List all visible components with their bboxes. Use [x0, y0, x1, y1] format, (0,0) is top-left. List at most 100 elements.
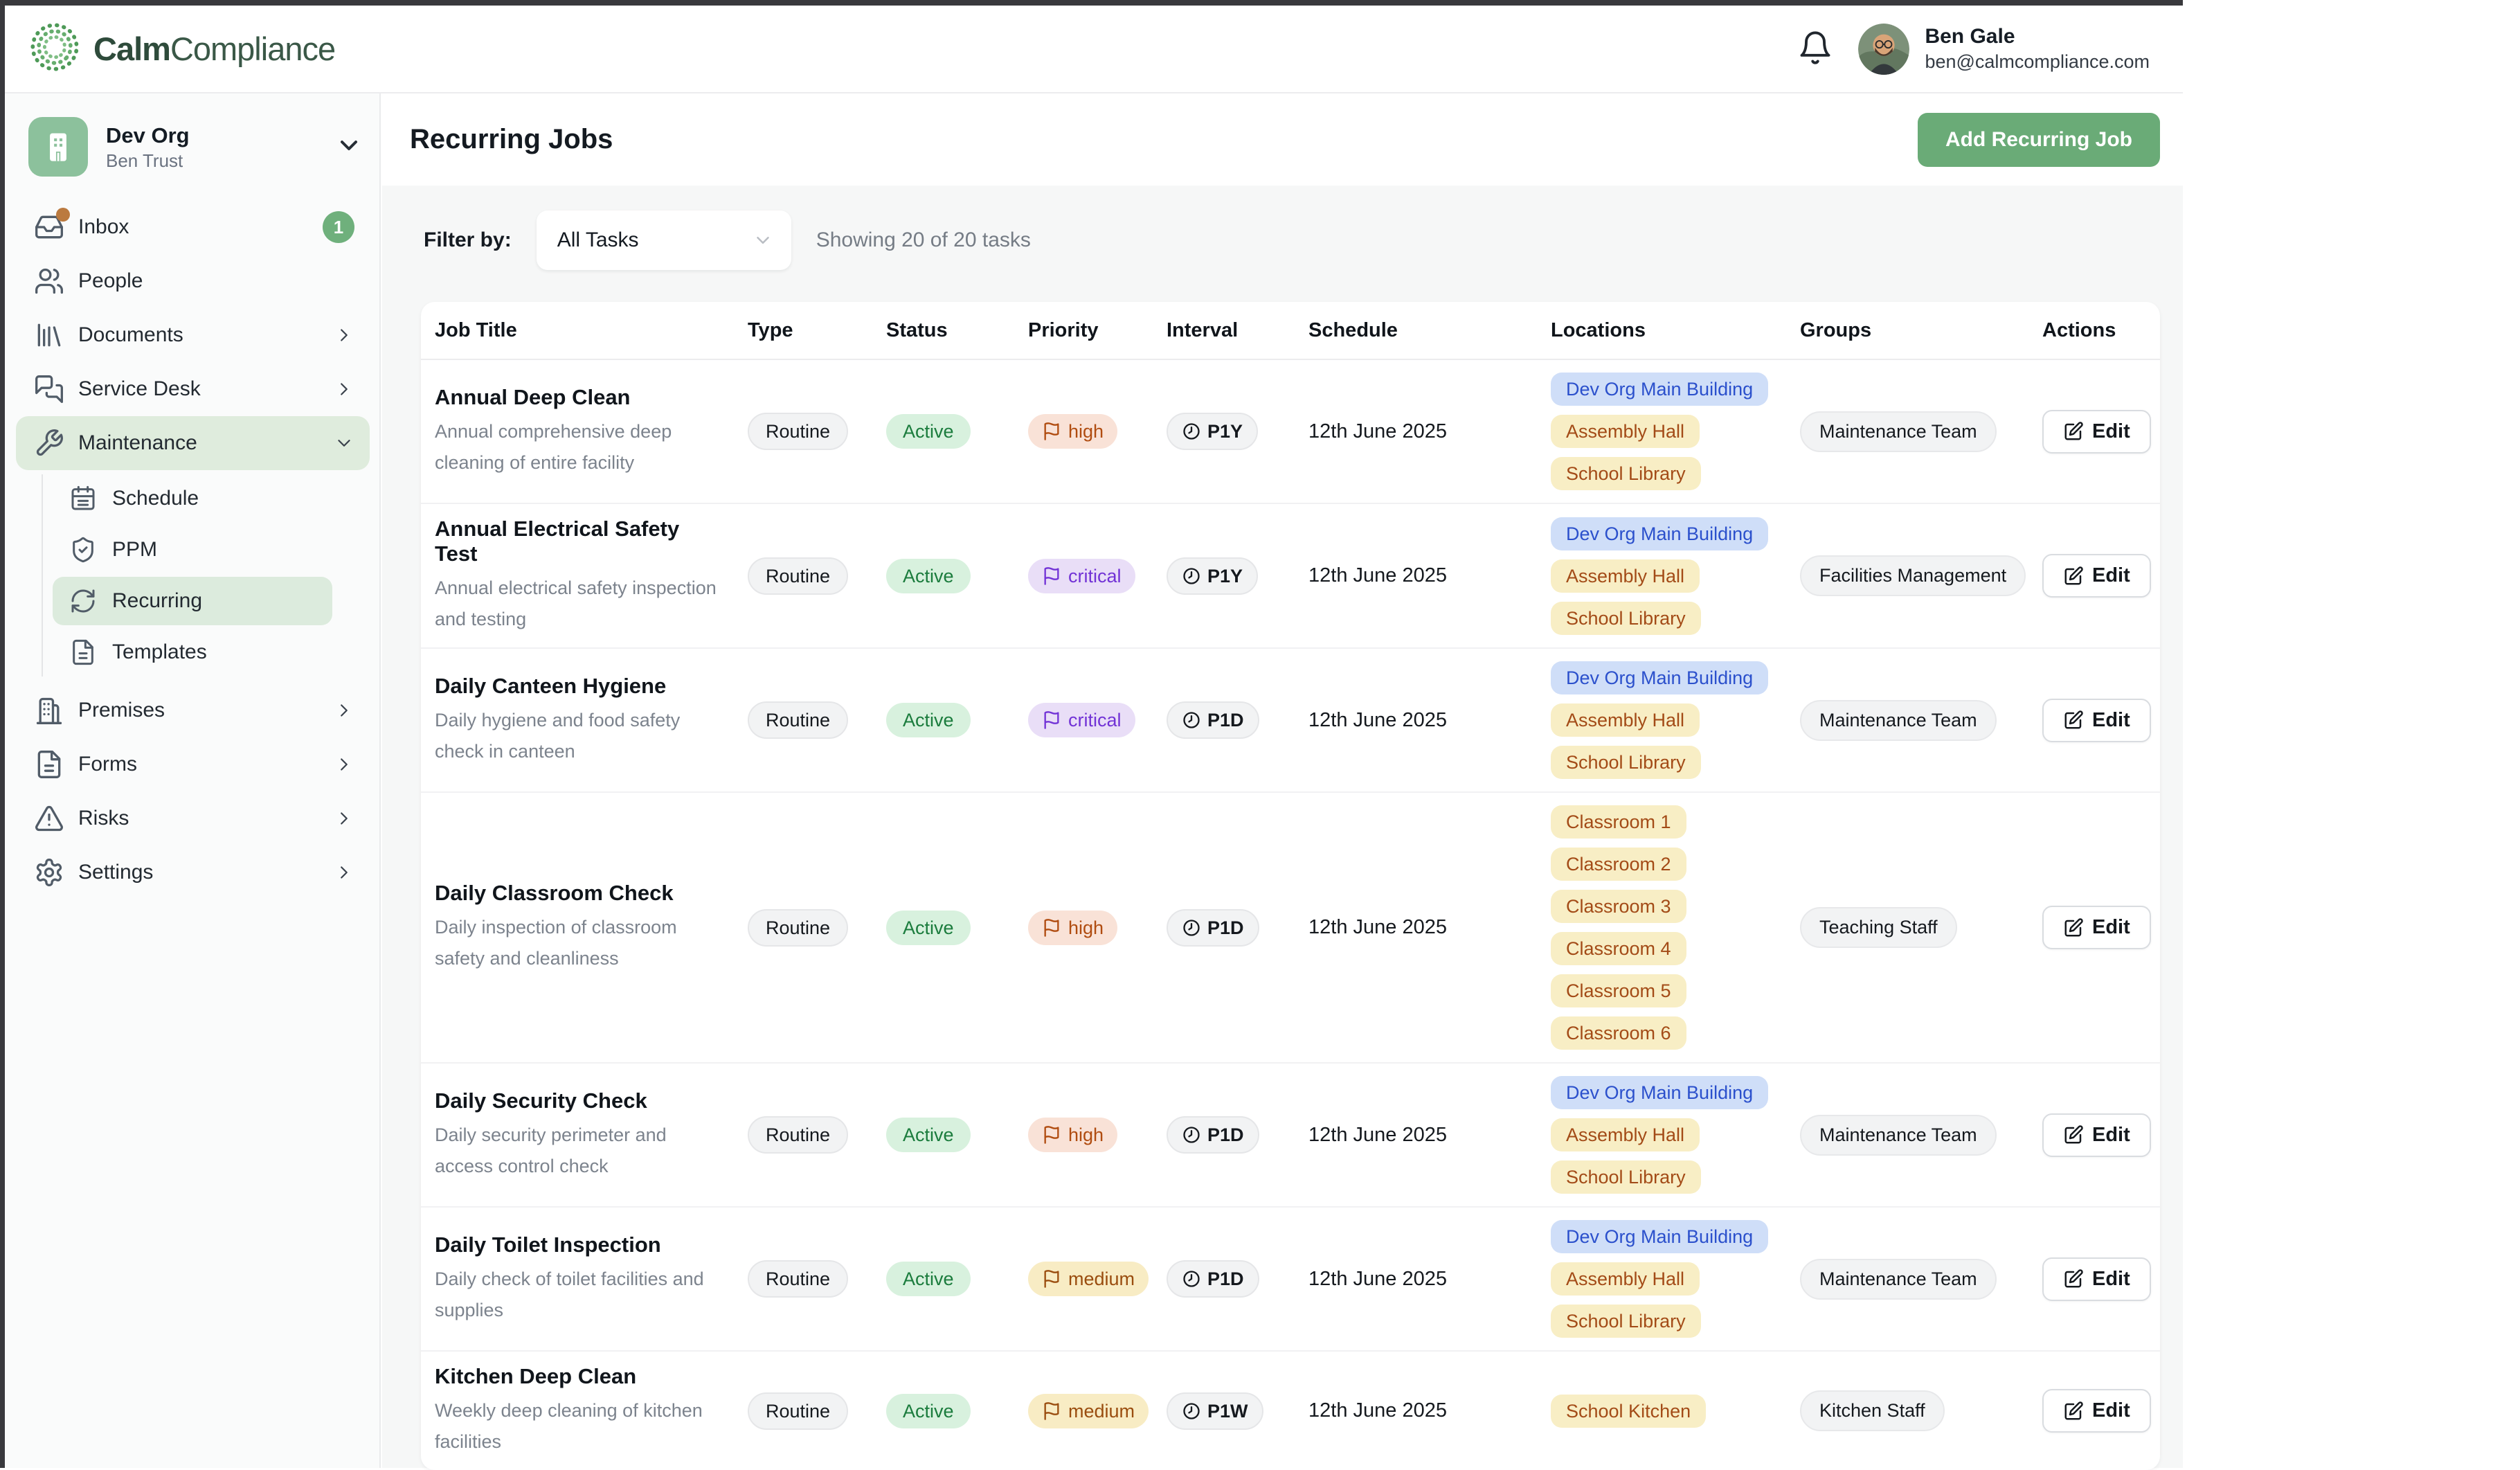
jobs-table: Job TitleTypeStatusPriorityIntervalSched…: [421, 302, 2160, 1470]
avatar: [1858, 24, 1909, 75]
flag-icon: [1042, 710, 1061, 730]
table-row[interactable]: Daily Security Check Daily security peri…: [421, 1064, 2160, 1208]
group-badge: Kitchen Staff: [1800, 1390, 1945, 1431]
sidebar-item-schedule[interactable]: Schedule: [53, 474, 332, 523]
column-header-job-title: Job Title: [435, 319, 748, 342]
sidebar-item-ppm[interactable]: PPM: [53, 526, 332, 574]
locations-cell: Classroom 1 Classroom 2 Classroom 3 Classro…: [1551, 805, 1800, 1050]
sidebar-item-label: Premises: [78, 699, 320, 722]
location-chip: Classroom 1: [1551, 805, 1686, 839]
edit-pencil-icon: [2063, 566, 2084, 586]
interval-badge: P1Y: [1167, 413, 1258, 450]
priority-badge: medium: [1028, 1394, 1149, 1428]
window-frame-left: [0, 0, 5, 1468]
table-row[interactable]: Daily Canteen Hygiene Daily hygiene and …: [421, 649, 2160, 793]
logo-mark-icon: [28, 21, 81, 77]
org-name: Dev Org: [106, 123, 190, 148]
sidebar-item-templates[interactable]: Templates: [53, 628, 332, 676]
edit-button[interactable]: Edit: [2042, 554, 2151, 598]
sidebar-item-label: Schedule: [112, 487, 318, 510]
schedule-date: 12th June 2025: [1308, 420, 1551, 443]
location-chip: Dev Org Main Building: [1551, 373, 1768, 406]
flag-icon: [1042, 1269, 1061, 1289]
job-cell: Daily Security Check Daily security peri…: [435, 1088, 748, 1182]
app-window: CalmCompliance: [0, 0, 2183, 1468]
sidebar-item-risks[interactable]: Risks: [16, 791, 370, 845]
library-icon: [34, 320, 64, 350]
content: Filter by: All Tasks Showing 20 of 20 ta…: [382, 186, 2183, 1470]
clock-icon: [1182, 566, 1201, 586]
location-chip: Assembly Hall: [1551, 1118, 1700, 1151]
group-badge: Maintenance Team: [1800, 1115, 1997, 1156]
sidebar-item-label: People: [78, 269, 354, 293]
group-badge: Facilities Management: [1800, 555, 2026, 596]
flag-icon: [1042, 1401, 1061, 1421]
group-badge: Maintenance Team: [1800, 700, 1997, 741]
edit-pencil-icon: [2063, 1124, 2084, 1145]
topbar-right: Ben Gale ben@calmcompliance.com: [1797, 24, 2150, 75]
type-badge: Routine: [748, 557, 848, 595]
sidebar-item-maintenance[interactable]: Maintenance: [16, 416, 370, 470]
sidebar-item-recurring[interactable]: Recurring: [53, 577, 332, 625]
chevron-right-icon: [334, 862, 354, 883]
table-row[interactable]: Kitchen Deep Clean Weekly deep cleaning …: [421, 1352, 2160, 1470]
location-chip: Classroom 6: [1551, 1016, 1686, 1050]
org-selector[interactable]: Dev Org Ben Trust: [16, 111, 370, 200]
sidebar: Dev Org Ben Trust Inbox 1 People Documen…: [5, 93, 381, 1468]
sidebar-item-service-desk[interactable]: Service Desk: [16, 362, 370, 416]
sidebar-item-label: Templates: [112, 640, 318, 664]
task-filter-select[interactable]: All Tasks: [537, 210, 791, 270]
table-body: Annual Deep Clean Annual comprehensive d…: [421, 360, 2160, 1470]
location-chip: Classroom 2: [1551, 848, 1686, 881]
column-header-priority: Priority: [1028, 319, 1167, 342]
sidebar-item-premises[interactable]: Premises: [16, 683, 370, 737]
flag-icon: [1042, 422, 1061, 441]
sidebar-item-people[interactable]: People: [16, 254, 370, 308]
edit-button[interactable]: Edit: [2042, 906, 2151, 949]
table-row[interactable]: Daily Classroom Check Daily inspection o…: [421, 793, 2160, 1064]
interval-badge: P1D: [1167, 1260, 1259, 1298]
filter-label: Filter by:: [424, 228, 512, 252]
status-badge: Active: [886, 1394, 971, 1428]
locations-cell: Dev Org Main BuildingAssembly HallSchool…: [1551, 373, 1800, 490]
page-title: Recurring Jobs: [410, 124, 613, 155]
priority-badge: critical: [1028, 559, 1135, 593]
schedule-date: 12th June 2025: [1308, 1124, 1551, 1147]
page-header: Recurring Jobs Add Recurring Job: [382, 93, 2183, 186]
location-chip: School Library: [1551, 746, 1701, 779]
location-chip: Dev Org Main Building: [1551, 517, 1768, 550]
sidebar-item-documents[interactable]: Documents: [16, 308, 370, 362]
priority-badge: critical: [1028, 703, 1135, 737]
sidebar-item-forms[interactable]: Forms: [16, 737, 370, 791]
table-row[interactable]: Daily Toilet Inspection Daily check of t…: [421, 1208, 2160, 1352]
sidebar-item-label: Forms: [78, 753, 320, 776]
edit-button[interactable]: Edit: [2042, 410, 2151, 454]
edit-pencil-icon: [2063, 710, 2084, 730]
sidebar-item-label: Documents: [78, 323, 320, 347]
location-chip: Assembly Hall: [1551, 1262, 1700, 1296]
add-recurring-job-button[interactable]: Add Recurring Job: [1918, 113, 2160, 167]
locations-cell: Dev Org Main BuildingAssembly HallSchool…: [1551, 517, 1800, 635]
notification-dot: [56, 208, 70, 222]
location-chip: Classroom 3: [1551, 890, 1686, 923]
job-title: Daily Canteen Hygiene: [435, 674, 720, 699]
priority-badge: high: [1028, 911, 1117, 945]
edit-button[interactable]: Edit: [2042, 1257, 2151, 1301]
location-chip: Assembly Hall: [1551, 559, 1700, 593]
flag-icon: [1042, 918, 1061, 938]
edit-pencil-icon: [2063, 1401, 2084, 1422]
job-description: Annual comprehensive deep cleaning of en…: [435, 416, 719, 478]
edit-button[interactable]: Edit: [2042, 1113, 2151, 1157]
user-menu[interactable]: Ben Gale ben@calmcompliance.com: [1858, 24, 2150, 75]
locations-cell: School Kitchen: [1551, 1395, 1800, 1428]
table-row[interactable]: Annual Deep Clean Annual comprehensive d…: [421, 360, 2160, 504]
interval-badge: P1W: [1167, 1392, 1263, 1430]
sidebar-item-inbox[interactable]: Inbox 1: [16, 200, 370, 254]
edit-button[interactable]: Edit: [2042, 699, 2151, 742]
clock-icon: [1182, 422, 1201, 441]
job-description: Weekly deep cleaning of kitchen faciliti…: [435, 1395, 719, 1458]
edit-button[interactable]: Edit: [2042, 1389, 2151, 1433]
sidebar-item-settings[interactable]: Settings: [16, 845, 370, 899]
table-row[interactable]: Annual Electrical Safety Test Annual ele…: [421, 504, 2160, 649]
notifications-bell-icon[interactable]: [1797, 30, 1833, 68]
